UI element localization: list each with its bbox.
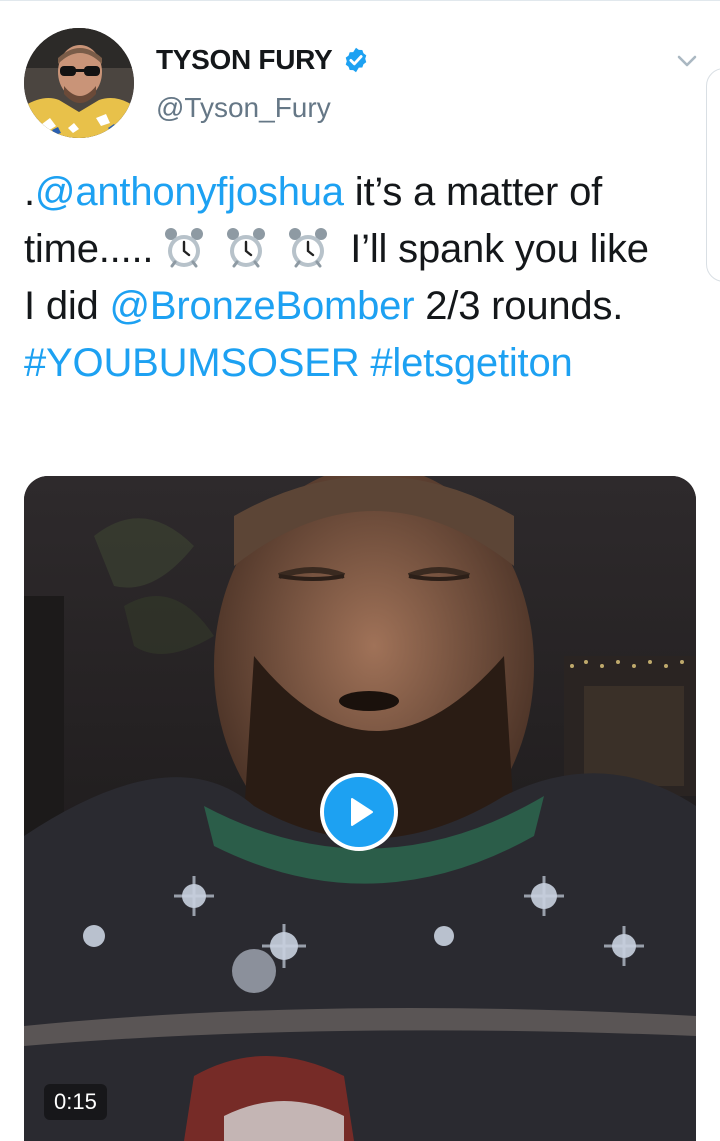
avatar[interactable] bbox=[24, 28, 134, 138]
mention-link[interactable]: @anthonyfjoshua bbox=[35, 170, 344, 214]
alarm-clock-emoji-icon bbox=[165, 228, 204, 268]
display-name[interactable]: TYSON FURY bbox=[156, 44, 333, 76]
play-icon bbox=[351, 798, 373, 826]
alarm-clock-emoji-icon bbox=[289, 228, 328, 268]
video-duration: 0:15 bbox=[44, 1084, 107, 1120]
text-segment: . bbox=[24, 170, 35, 214]
video-player[interactable]: 0:15 bbox=[24, 476, 696, 1141]
author-name-row[interactable]: TYSON FURY bbox=[156, 42, 370, 78]
hashtag-link[interactable]: #letsgetiton bbox=[370, 341, 572, 385]
verified-badge-icon bbox=[346, 47, 367, 73]
tweet-card: TYSON FURY @Tyson_Fury .@anthonyfjoshua … bbox=[0, 0, 720, 1141]
side-card-edge bbox=[706, 68, 720, 282]
alarm-clock-emoji-icon bbox=[227, 228, 266, 268]
tweet-text: .@anthonyfjoshua it’s a matter of time..… bbox=[24, 164, 664, 392]
text-segment: 2/3 rounds. bbox=[414, 284, 624, 328]
play-button[interactable] bbox=[320, 773, 398, 851]
mention-link[interactable]: @BronzeBomber bbox=[110, 284, 415, 328]
handle[interactable]: @Tyson_Fury bbox=[156, 92, 331, 124]
chevron-down-icon[interactable] bbox=[670, 44, 704, 78]
hashtag-link[interactable]: #YOUBUMSOSER bbox=[24, 341, 360, 385]
